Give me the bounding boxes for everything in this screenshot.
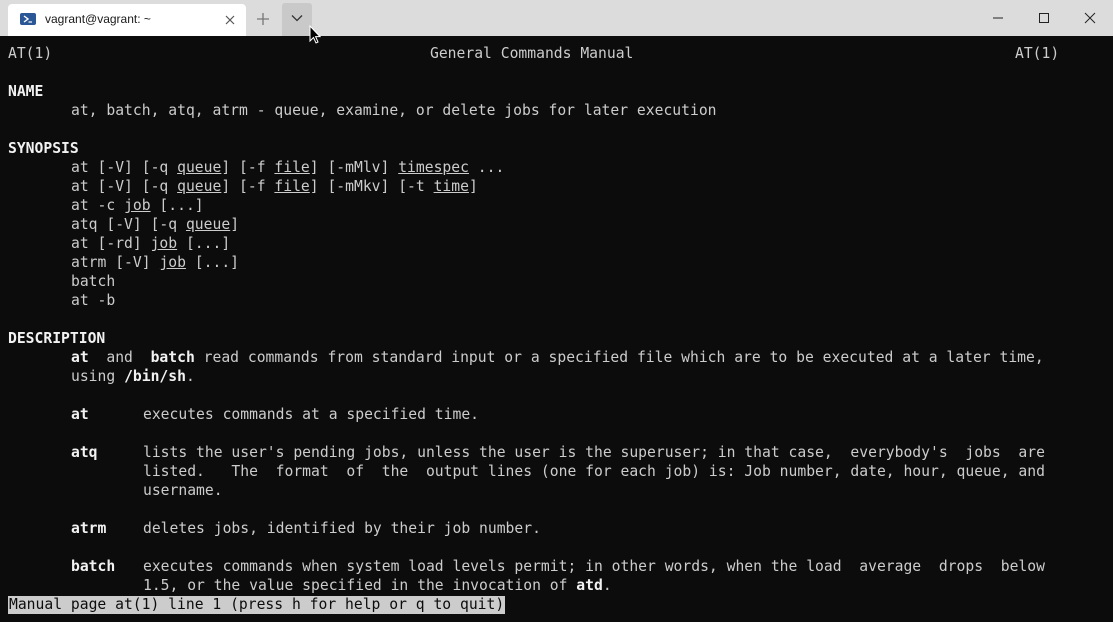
- name-heading: NAME: [8, 83, 44, 100]
- name-text: at, batch, atq, atrm - queue, examine, o…: [71, 102, 717, 119]
- synopsis-line: at [-V] [-q queue] [-f file] [-mMkv] [-t…: [71, 178, 478, 195]
- command-description: username.: [143, 482, 223, 499]
- command-term: batch: [71, 558, 116, 575]
- command-description: executes commands when system load level…: [143, 558, 1045, 575]
- synopsis-line: at -c job [...]: [71, 197, 204, 214]
- minimize-button[interactable]: [975, 0, 1021, 36]
- command-description: 1.5, or the value specified in the invoc…: [143, 577, 612, 594]
- command-description: listed. The format of the output lines (…: [143, 463, 1045, 480]
- command-description: executes commands at a specified time.: [143, 406, 480, 423]
- man-header-left: AT(1): [8, 45, 53, 62]
- man-header-right: AT(1): [1015, 45, 1060, 62]
- plus-icon[interactable]: [254, 10, 272, 28]
- tab-title: vagrant@vagrant: ~: [45, 12, 151, 26]
- command-term: at: [71, 406, 89, 423]
- synopsis-line: atrm [-V] job [...]: [71, 254, 240, 271]
- synopsis-line: at [-rd] job [...]: [71, 235, 231, 252]
- synopsis-line: at [-V] [-q queue] [-f file] [-mMlv] tim…: [71, 159, 505, 176]
- description-text: at and batch read commands from standard…: [71, 349, 1044, 366]
- minimize-icon: [993, 17, 1003, 19]
- close-icon: [1084, 12, 1096, 24]
- pager-status-line: Manual page at(1) line 1 (press h for he…: [8, 596, 506, 614]
- maximize-button[interactable]: [1021, 0, 1067, 36]
- powershell-icon: [20, 13, 36, 25]
- synopsis-line: batch: [71, 273, 116, 290]
- maximize-icon: [1039, 13, 1049, 23]
- command-term: atq: [71, 444, 98, 461]
- command-description: lists the user's pending jobs, unless th…: [143, 444, 1045, 461]
- terminal-output[interactable]: AT(1) General Commands Manual AT(1) NAME…: [0, 36, 1113, 622]
- synopsis-line: atq [-V] [-q queue]: [71, 216, 240, 233]
- man-header-center: General Commands Manual: [430, 45, 634, 62]
- command-description: deletes jobs, identified by their job nu…: [143, 520, 541, 537]
- chevron-down-icon: [291, 15, 303, 22]
- synopsis-line: at -b: [71, 292, 116, 309]
- description-heading: DESCRIPTION: [8, 330, 106, 347]
- synopsis-heading: SYNOPSIS: [8, 140, 79, 157]
- command-term: atrm: [71, 520, 107, 537]
- description-text: using /bin/sh.: [71, 368, 195, 385]
- tab-terminal[interactable]: vagrant@vagrant: ~: [8, 4, 246, 36]
- close-window-button[interactable]: [1067, 0, 1113, 36]
- tab-dropdown-button[interactable]: [282, 3, 312, 36]
- close-tab-icon[interactable]: [223, 12, 237, 26]
- title-bar: vagrant@vagrant: ~: [0, 0, 1113, 44]
